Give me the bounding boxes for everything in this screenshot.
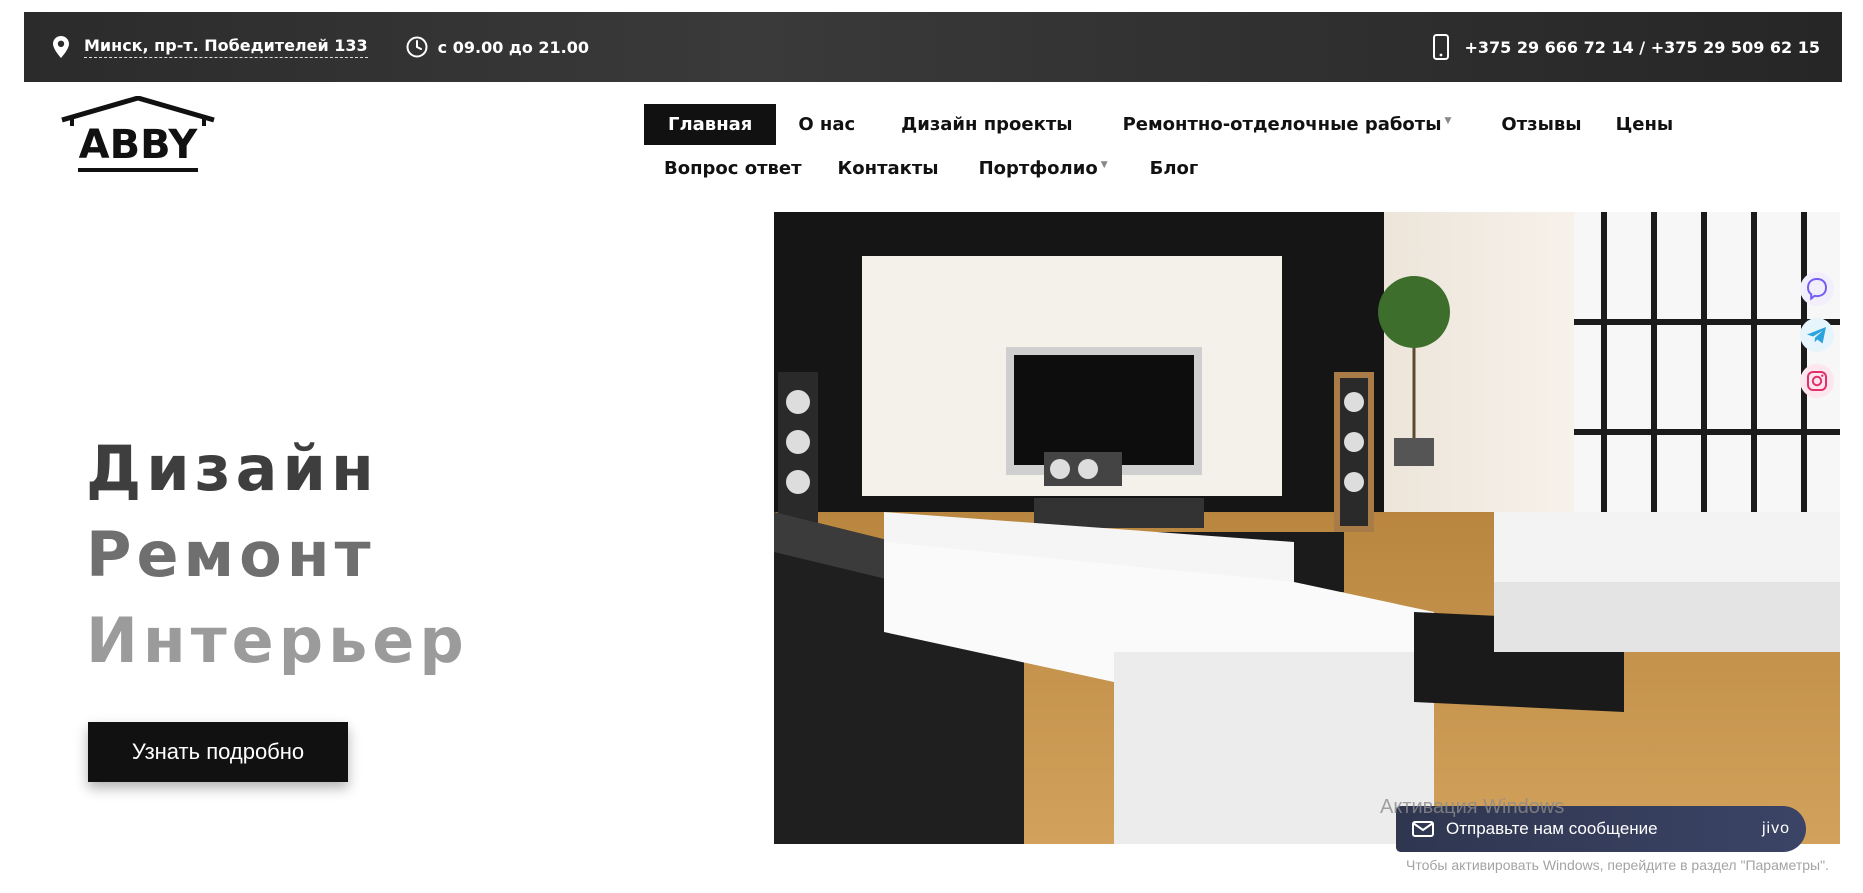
nav-item-prices[interactable]: Цены [1602, 106, 1688, 143]
nav-item-portfolio[interactable]: Портфолио ▼ [965, 150, 1122, 187]
nav-item-portfolio-label: Портфолио [978, 157, 1098, 179]
phone-numbers[interactable]: +375 29 666 72 14 / +375 29 509 62 15 [1464, 38, 1820, 57]
hero-title: Дизайн Ремонт Интерьер [86, 426, 469, 684]
phone-item[interactable]: +375 29 666 72 14 / +375 29 509 62 15 [1428, 32, 1820, 62]
nav-item-about[interactable]: О нас [784, 106, 869, 143]
working-hours-item: с 09.00 до 21.00 [404, 32, 589, 62]
address-text[interactable]: Минск, пр-т. Победителей 133 [84, 36, 368, 58]
viber-icon[interactable] [1800, 272, 1834, 306]
working-hours-text: с 09.00 до 21.00 [437, 37, 589, 57]
hero-line-design: Дизайн [86, 432, 379, 505]
activation-subtitle: Чтобы активировать Windows, перейдите в … [1406, 857, 1829, 873]
nav-item-faq[interactable]: Вопрос ответ [644, 150, 816, 187]
address-item[interactable]: Минск, пр-т. Победителей 133 [48, 32, 368, 62]
telegram-icon[interactable] [1800, 318, 1834, 352]
hero-section: Дизайн Ремонт Интерьер Узнать подробно [50, 212, 1840, 844]
nav-item-design-projects[interactable]: Дизайн проекты [887, 106, 1086, 143]
instagram-icon[interactable] [1800, 364, 1834, 398]
hero-line-interior: Интерьер [86, 604, 469, 677]
smartphone-icon [1428, 32, 1454, 62]
clock-icon [404, 32, 430, 62]
logo-text: ABBY [79, 122, 199, 168]
nav-row-secondary: Вопрос ответ Контакты Портфолио ▼ Блог [644, 146, 1804, 190]
topbar-left-group: Минск, пр-т. Победителей 133 с 09.00 до … [48, 32, 589, 62]
site-logo[interactable]: ABBY [58, 95, 218, 186]
nav-item-repair-label: Ремонтно-отделочные работы [1122, 113, 1442, 135]
main-navigation: Главная О нас Дизайн проекты Ремонтно-от… [644, 102, 1804, 190]
nav-item-reviews[interactable]: Отзывы [1487, 106, 1595, 143]
chat-brand: jivo [1761, 820, 1790, 837]
chevron-down-icon: ▼ [1444, 115, 1452, 126]
top-info-bar: Минск, пр-т. Победителей 133 с 09.00 до … [24, 12, 1842, 82]
nav-item-blog[interactable]: Блог [1136, 150, 1213, 187]
learn-more-button[interactable]: Узнать подробно [88, 722, 348, 782]
chat-widget[interactable]: Отправьте нам сообщение jivo [1396, 806, 1806, 852]
map-pin-icon [48, 32, 74, 62]
hero-line-repair: Ремонт [86, 518, 376, 591]
chevron-down-icon: ▼ [1100, 159, 1108, 170]
mail-icon [1412, 821, 1434, 837]
hero-text-panel: Дизайн Ремонт Интерьер Узнать подробно [50, 212, 730, 844]
nav-item-contacts[interactable]: Контакты [824, 150, 953, 187]
topbar-right-group: +375 29 666 72 14 / +375 29 509 62 15 [1428, 32, 1820, 62]
site-header: ABBY Главная О нас Дизайн проекты Ремонт… [52, 92, 1822, 200]
chat-label: Отправьте нам сообщение [1446, 819, 1658, 838]
social-links [1800, 272, 1840, 410]
hero-interior-image [774, 212, 1840, 844]
nav-item-home[interactable]: Главная [644, 103, 777, 145]
nav-item-repair-works[interactable]: Ремонтно-отделочные работы ▼ [1109, 106, 1466, 143]
nav-row-primary: Главная О нас Дизайн проекты Ремонтно-от… [644, 102, 1804, 146]
living-room-illustration [774, 212, 1840, 844]
